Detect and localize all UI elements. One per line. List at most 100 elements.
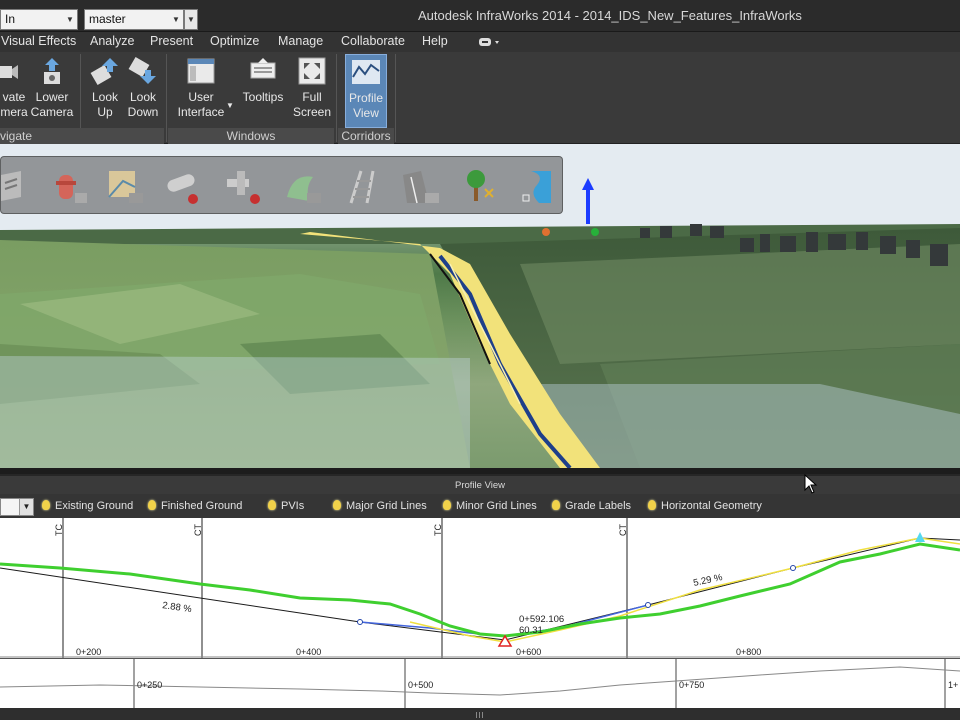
tooltips-button[interactable]: Tooltips — [236, 54, 290, 128]
water-icon[interactable] — [517, 167, 559, 207]
ribbon-options-icon[interactable] — [478, 37, 502, 48]
chevron-down-icon: ▼ — [226, 101, 234, 110]
ribbon-separator — [166, 54, 167, 142]
profile-overview[interactable]: 0+250 0+500 0+750 1+ — [0, 658, 960, 709]
profile-view-button[interactable]: Profile View — [345, 54, 387, 128]
menu-manage[interactable]: Manage — [278, 34, 323, 48]
marker-tc-2: TC — [433, 524, 443, 536]
look-down-icon — [128, 56, 158, 86]
legend-finished-ground[interactable]: Finished Ground — [148, 500, 242, 512]
lightbulb-icon — [443, 500, 451, 510]
legend-minor-grid-lines[interactable]: Minor Grid Lines — [443, 500, 537, 512]
tooltips-icon — [248, 56, 278, 86]
legend-grade-labels[interactable]: Grade Labels — [552, 500, 631, 512]
overview-station-label: 1+ — [948, 680, 958, 690]
panel-label-corridors: Corridors — [338, 128, 394, 144]
user-interface-label-2: Interface — [177, 105, 225, 119]
panel-label-windows: Windows — [168, 128, 334, 144]
profile-view-icon — [351, 57, 381, 87]
marker-tc-1: TC — [54, 524, 64, 536]
overview-station-label: 0+250 — [137, 680, 162, 690]
profile-view-label-2: View — [353, 106, 379, 120]
look-down-button[interactable]: Look Down — [124, 54, 162, 128]
branch-combo[interactable]: master ▼ — [84, 9, 184, 30]
zoom-combo-value: In — [5, 12, 16, 26]
zoom-combo[interactable]: In ▼ — [0, 9, 78, 30]
coverage-icon[interactable] — [283, 167, 325, 207]
lightbulb-icon — [268, 500, 276, 510]
menu-help[interactable]: Help — [422, 34, 448, 48]
station-label: 0+200 — [76, 647, 101, 657]
pvi-point — [645, 602, 651, 608]
pvi-elevation-label: 60.31 — [519, 625, 543, 636]
lightbulb-icon — [648, 500, 656, 510]
chevron-down-icon: ▼ — [187, 15, 195, 24]
menu-analyze[interactable]: Analyze — [90, 34, 134, 48]
legend-major-grid-lines[interactable]: Major Grid Lines — [333, 500, 427, 512]
look-up-button[interactable]: Look Up — [86, 54, 124, 128]
profile-view-legend-bar: Existing Ground Finished Ground PVIs Maj… — [0, 494, 960, 518]
status-bar — [0, 708, 960, 720]
legend-minor-grid-lines-label: Minor Grid Lines — [456, 500, 537, 512]
tree-icon[interactable] — [459, 167, 501, 207]
user-interface-button[interactable]: User Interface — [172, 54, 230, 128]
look-down-label-1: Look — [129, 90, 157, 104]
look-down-label-2: Down — [127, 105, 159, 119]
branch-menu-button[interactable]: ▼ — [184, 9, 198, 30]
bridge-icon[interactable] — [401, 167, 443, 207]
menu-visual-effects[interactable]: Visual Effects — [1, 34, 76, 48]
legend-existing-ground-label: Existing Ground — [55, 500, 134, 512]
object-toolbar — [0, 156, 563, 214]
roads-icon[interactable] — [1, 167, 43, 207]
lower-camera-button[interactable]: Lower Camera — [30, 54, 74, 128]
legend-pvis[interactable]: PVIs — [268, 500, 304, 512]
pipe-icon[interactable] — [161, 167, 203, 207]
pvi-station-label: 0+592.106 — [519, 614, 564, 625]
profile-graph[interactable]: TC CT TC CT 2.88 % 5.29 % 0+592.106 60.3… — [0, 518, 960, 658]
full-screen-button[interactable]: Full Screen — [292, 54, 332, 128]
legend-horizontal-geometry[interactable]: Horizontal Geometry — [648, 500, 762, 512]
full-screen-icon — [297, 56, 327, 86]
pipe-connector-icon[interactable] — [223, 167, 265, 207]
menu-present[interactable]: Present — [150, 34, 193, 48]
elevate-camera-icon — [0, 56, 30, 86]
elevate-camera-button[interactable]: vate mera — [0, 54, 28, 128]
full-screen-label-1: Full — [302, 90, 322, 104]
hydrant-icon[interactable] — [51, 167, 93, 207]
lower-camera-icon — [37, 56, 67, 86]
railway-icon[interactable] — [343, 167, 385, 207]
menu-collaborate[interactable]: Collaborate — [341, 34, 405, 48]
tooltips-label: Tooltips — [242, 90, 284, 104]
look-up-icon — [90, 56, 120, 86]
lightbulb-icon — [552, 500, 560, 510]
pvi-crest-marker — [915, 532, 925, 542]
lower-camera-label-1: Lower — [35, 90, 69, 104]
user-interface-dropdown[interactable]: ▼ — [226, 98, 234, 110]
overview-station-label: 0+500 — [408, 680, 433, 690]
station-label: 0+600 — [516, 647, 541, 657]
ribbon-separator — [395, 54, 396, 142]
user-interface-icon — [186, 56, 216, 86]
window-title: Autodesk InfraWorks 2014 - 2014_IDS_New_… — [418, 8, 802, 23]
marker-ct-2: CT — [618, 524, 628, 536]
overview-station-label: 0+750 — [679, 680, 704, 690]
profile-overview-canvas: 0+250 0+500 0+750 1+ — [0, 659, 960, 709]
land-parcel-icon[interactable] — [105, 167, 147, 207]
elevate-camera-label-2: mera — [0, 105, 28, 119]
lower-camera-label-2: Camera — [30, 105, 74, 119]
grade-label-1: 2.88 % — [162, 600, 193, 615]
profile-select[interactable]: ▼ — [0, 498, 34, 516]
legend-pvis-label: PVIs — [281, 500, 305, 512]
station-label: 0+400 — [296, 647, 321, 657]
title-bar: In ▼ master ▼ ▼ Autodesk InfraWorks 2014… — [0, 0, 960, 32]
legend-finished-ground-label: Finished Ground — [161, 500, 243, 512]
chevron-down-icon: ▼ — [172, 15, 180, 24]
legend-existing-ground[interactable]: Existing Ground — [42, 500, 133, 512]
menu-bar: Visual Effects Analyze Present Optimize … — [0, 32, 960, 52]
full-screen-label-2: Screen — [292, 105, 332, 119]
pvi-tangent-line — [0, 537, 960, 641]
look-up-label-1: Look — [91, 90, 119, 104]
lightbulb-icon — [148, 500, 156, 510]
menu-optimize[interactable]: Optimize — [210, 34, 259, 48]
pvi-point — [790, 565, 796, 571]
